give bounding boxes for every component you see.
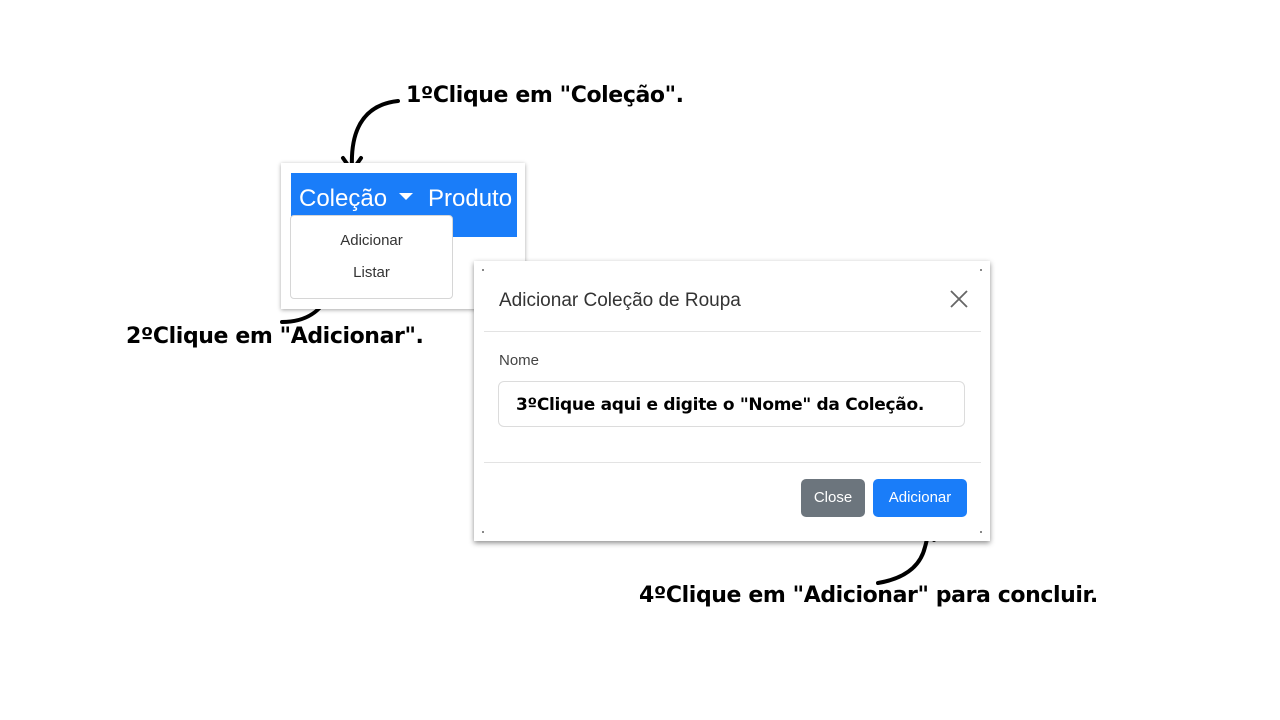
nome-label: Nome bbox=[499, 352, 540, 369]
modal-title: Adicionar Coleção de Roupa bbox=[499, 290, 741, 311]
nav-produto[interactable]: Produto bbox=[428, 185, 512, 213]
close-icon[interactable] bbox=[948, 288, 970, 310]
close-button[interactable]: Close bbox=[801, 479, 865, 517]
dropdown-item-adicionar[interactable]: Adicionar bbox=[291, 232, 452, 249]
modal-footer-divider bbox=[484, 462, 981, 463]
nome-input[interactable]: 3ºClique aqui e digite o "Nome" da Coleç… bbox=[498, 381, 965, 427]
nome-input-value: 3ºClique aqui e digite o "Nome" da Coleç… bbox=[516, 395, 925, 415]
step4-instruction: 4ºClique em "Adicionar" para concluir. bbox=[639, 583, 1098, 608]
nav-colecao-dropdown[interactable]: Coleção bbox=[299, 185, 387, 213]
modal-header-divider bbox=[484, 331, 981, 332]
add-button[interactable]: Adicionar bbox=[873, 479, 967, 517]
dropdown-item-listar[interactable]: Listar bbox=[291, 264, 452, 281]
add-collection-modal: Adicionar Coleção de Roupa Nome 3ºClique… bbox=[474, 261, 990, 541]
step2-instruction: 2ºClique em "Adicionar". bbox=[126, 324, 424, 349]
step1-instruction: 1ºClique em "Coleção". bbox=[406, 83, 684, 108]
caret-down-icon[interactable] bbox=[399, 193, 413, 200]
colecao-dropdown-menu: Adicionar Listar bbox=[290, 215, 453, 299]
